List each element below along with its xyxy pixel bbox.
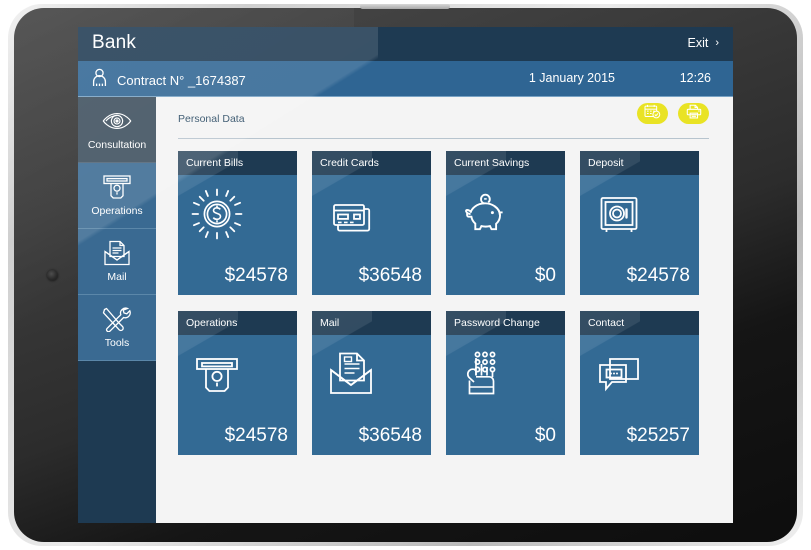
eye-icon [102, 108, 132, 134]
calendar-check-icon [644, 104, 661, 124]
card-title: Mail [312, 317, 339, 329]
coin-dollar-icon [190, 187, 244, 241]
speaker-slot [360, 4, 450, 9]
card-header: Password Change [446, 311, 565, 335]
front-camera-icon [47, 270, 58, 281]
card-title: Current Savings [446, 157, 529, 169]
sidebar-item-consultation[interactable]: Consultation [78, 97, 156, 163]
main-content-panel: Personal Data [156, 97, 733, 523]
tools-icon [102, 306, 132, 332]
card-header: Current Bills [178, 151, 297, 175]
card-amount: $0 [535, 425, 556, 447]
sidebar-item-operations[interactable]: Operations [78, 163, 156, 229]
app-header-bar: Bank Exit › [78, 27, 733, 61]
tablet-screen: Bank Exit › Contract N° _1674387 1 Janua… [78, 27, 733, 523]
card-amount: $24578 [627, 265, 690, 287]
section-header: Personal Data [178, 113, 709, 139]
safe-vault-icon [592, 187, 646, 241]
card-title: Password Change [446, 317, 540, 329]
current-time: 12:26 [680, 71, 711, 85]
sidebar-nav: Consultation Operations [78, 97, 156, 523]
card-header: Deposit [580, 151, 699, 175]
chat-bubbles-icon [592, 347, 646, 401]
atm-icon [190, 347, 244, 401]
card-header: Credit Cards [312, 151, 431, 175]
card-title: Current Bills [178, 157, 243, 169]
content-action-buttons [637, 103, 709, 124]
contract-bar: Contract N° _1674387 1 January 2015 12:2… [78, 61, 733, 97]
card-contact[interactable]: Contact [580, 311, 699, 455]
card-amount: $36548 [359, 265, 422, 287]
card-amount: $0 [535, 265, 556, 287]
person-icon [91, 68, 108, 92]
card-deposit[interactable]: Deposit [580, 151, 699, 295]
sidebar-item-operations-label: Operations [91, 205, 142, 217]
card-title: Contact [580, 317, 624, 329]
card-amount: $25257 [627, 425, 690, 447]
calendar-check-button[interactable] [637, 103, 668, 124]
contract-identity: Contract N° _1674387 [91, 68, 246, 92]
card-title: Credit Cards [312, 157, 379, 169]
card-current-savings[interactable]: Current Savings [446, 151, 565, 295]
exit-button-label: Exit [687, 36, 708, 50]
card-operations[interactable]: Operations $24578 [178, 311, 297, 455]
card-header: Operations [178, 311, 297, 335]
sidebar-item-mail[interactable]: Mail [78, 229, 156, 295]
card-header: Contact [580, 311, 699, 335]
card-amount: $24578 [225, 425, 288, 447]
piggy-bank-icon [458, 187, 512, 241]
account-cards-grid: Current Bills [178, 151, 709, 455]
card-credit-cards[interactable]: Credit Cards [312, 151, 431, 295]
card-header: Mail [312, 311, 431, 335]
card-password-change[interactable]: Password Change [446, 311, 565, 455]
credit-card-icon [324, 187, 378, 241]
sidebar-item-tools-label: Tools [105, 337, 130, 349]
mail-document-icon [324, 347, 378, 401]
card-amount: $24578 [225, 265, 288, 287]
print-button[interactable] [678, 103, 709, 124]
sidebar-item-mail-label: Mail [107, 271, 126, 283]
current-date: 1 January 2015 [529, 71, 615, 85]
sidebar-item-consultation-label: Consultation [88, 139, 146, 151]
keypad-hand-icon [458, 347, 512, 401]
atm-icon [102, 174, 132, 200]
mail-document-icon [102, 240, 132, 266]
contract-number-label: Contract N° _1674387 [117, 73, 246, 88]
exit-button[interactable]: Exit › [687, 36, 719, 50]
card-header: Current Savings [446, 151, 565, 175]
card-mail[interactable]: Mail [312, 311, 431, 455]
card-title: Operations [178, 317, 237, 329]
content-inner: Personal Data [178, 113, 717, 455]
page-title: Personal Data [178, 113, 245, 125]
card-amount: $36548 [359, 425, 422, 447]
sidebar-item-tools[interactable]: Tools [78, 295, 156, 361]
screenshot-root: Bank Exit › Contract N° _1674387 1 Janua… [0, 0, 811, 550]
card-title: Deposit [580, 157, 624, 169]
card-current-bills[interactable]: Current Bills [178, 151, 297, 295]
app-title: Bank [92, 32, 136, 54]
chevron-right-icon: › [715, 38, 719, 49]
printer-icon [686, 104, 702, 124]
